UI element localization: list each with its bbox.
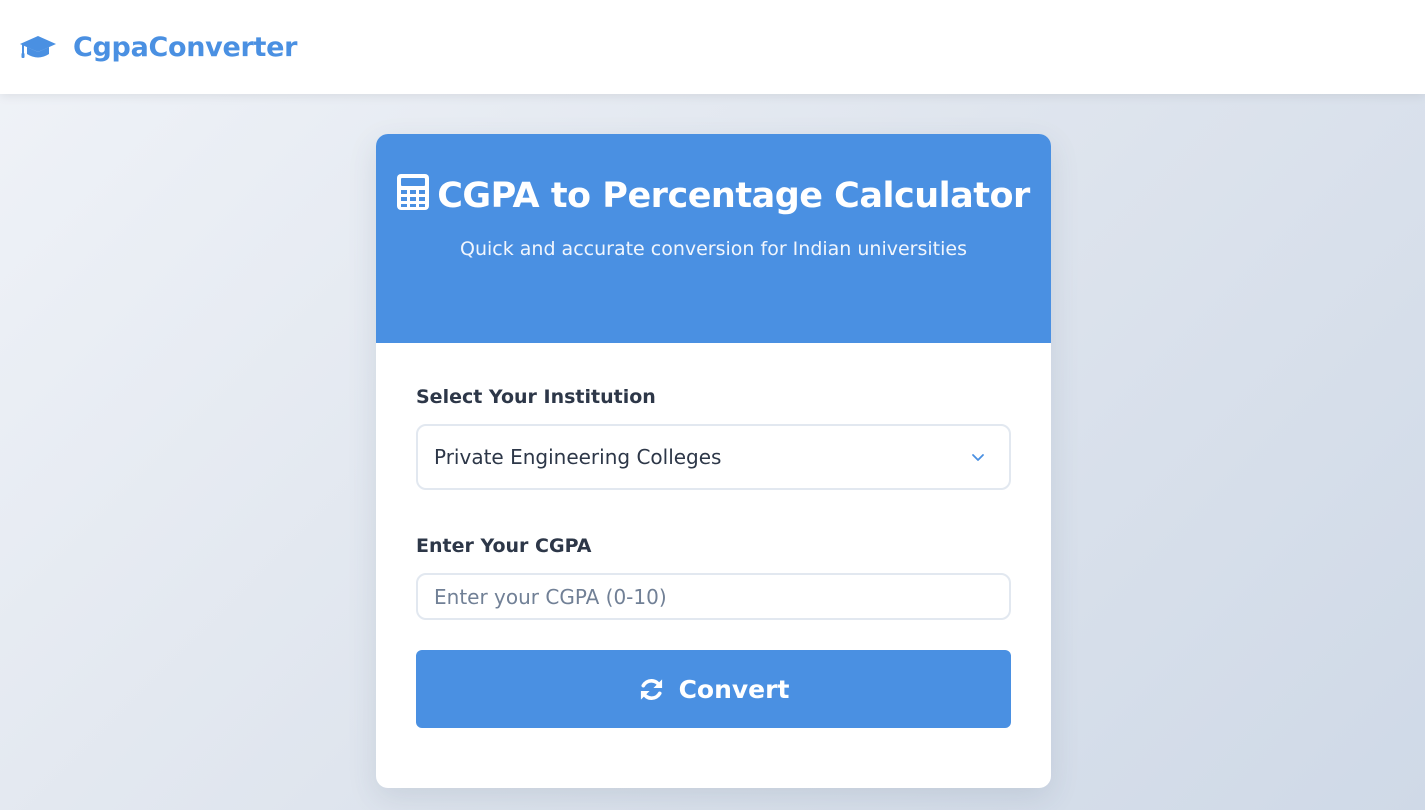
converter-card: CGPA to Percentage Calculator Quick and … <box>376 134 1051 788</box>
convert-button[interactable]: Convert <box>416 650 1011 728</box>
brand-name: CgpaConverter <box>73 31 298 63</box>
institution-select[interactable]: Private Engineering Colleges <box>416 424 1011 490</box>
page-title: CGPA to Percentage Calculator <box>376 174 1051 218</box>
cgpa-label: Enter Your CGPA <box>416 535 592 557</box>
cgpa-input[interactable] <box>416 573 1011 620</box>
card-body: Select Your Institution Private Engineer… <box>376 343 1051 728</box>
card-title-text: CGPA to Percentage Calculator <box>437 176 1030 216</box>
institution-selected-value: Private Engineering Colleges <box>434 445 722 469</box>
sync-icon <box>640 678 662 700</box>
card-header: CGPA to Percentage Calculator Quick and … <box>376 134 1051 343</box>
calculator-icon <box>397 174 430 210</box>
card-subtitle: Quick and accurate conversion for Indian… <box>460 238 967 260</box>
institution-label: Select Your Institution <box>416 386 656 408</box>
navbar: CgpaConverter <box>0 0 1425 94</box>
convert-button-label: Convert <box>678 674 790 704</box>
chevron-down-icon <box>972 454 984 461</box>
brand-link[interactable]: CgpaConverter <box>19 32 297 63</box>
graduation-cap-icon <box>20 36 56 58</box>
